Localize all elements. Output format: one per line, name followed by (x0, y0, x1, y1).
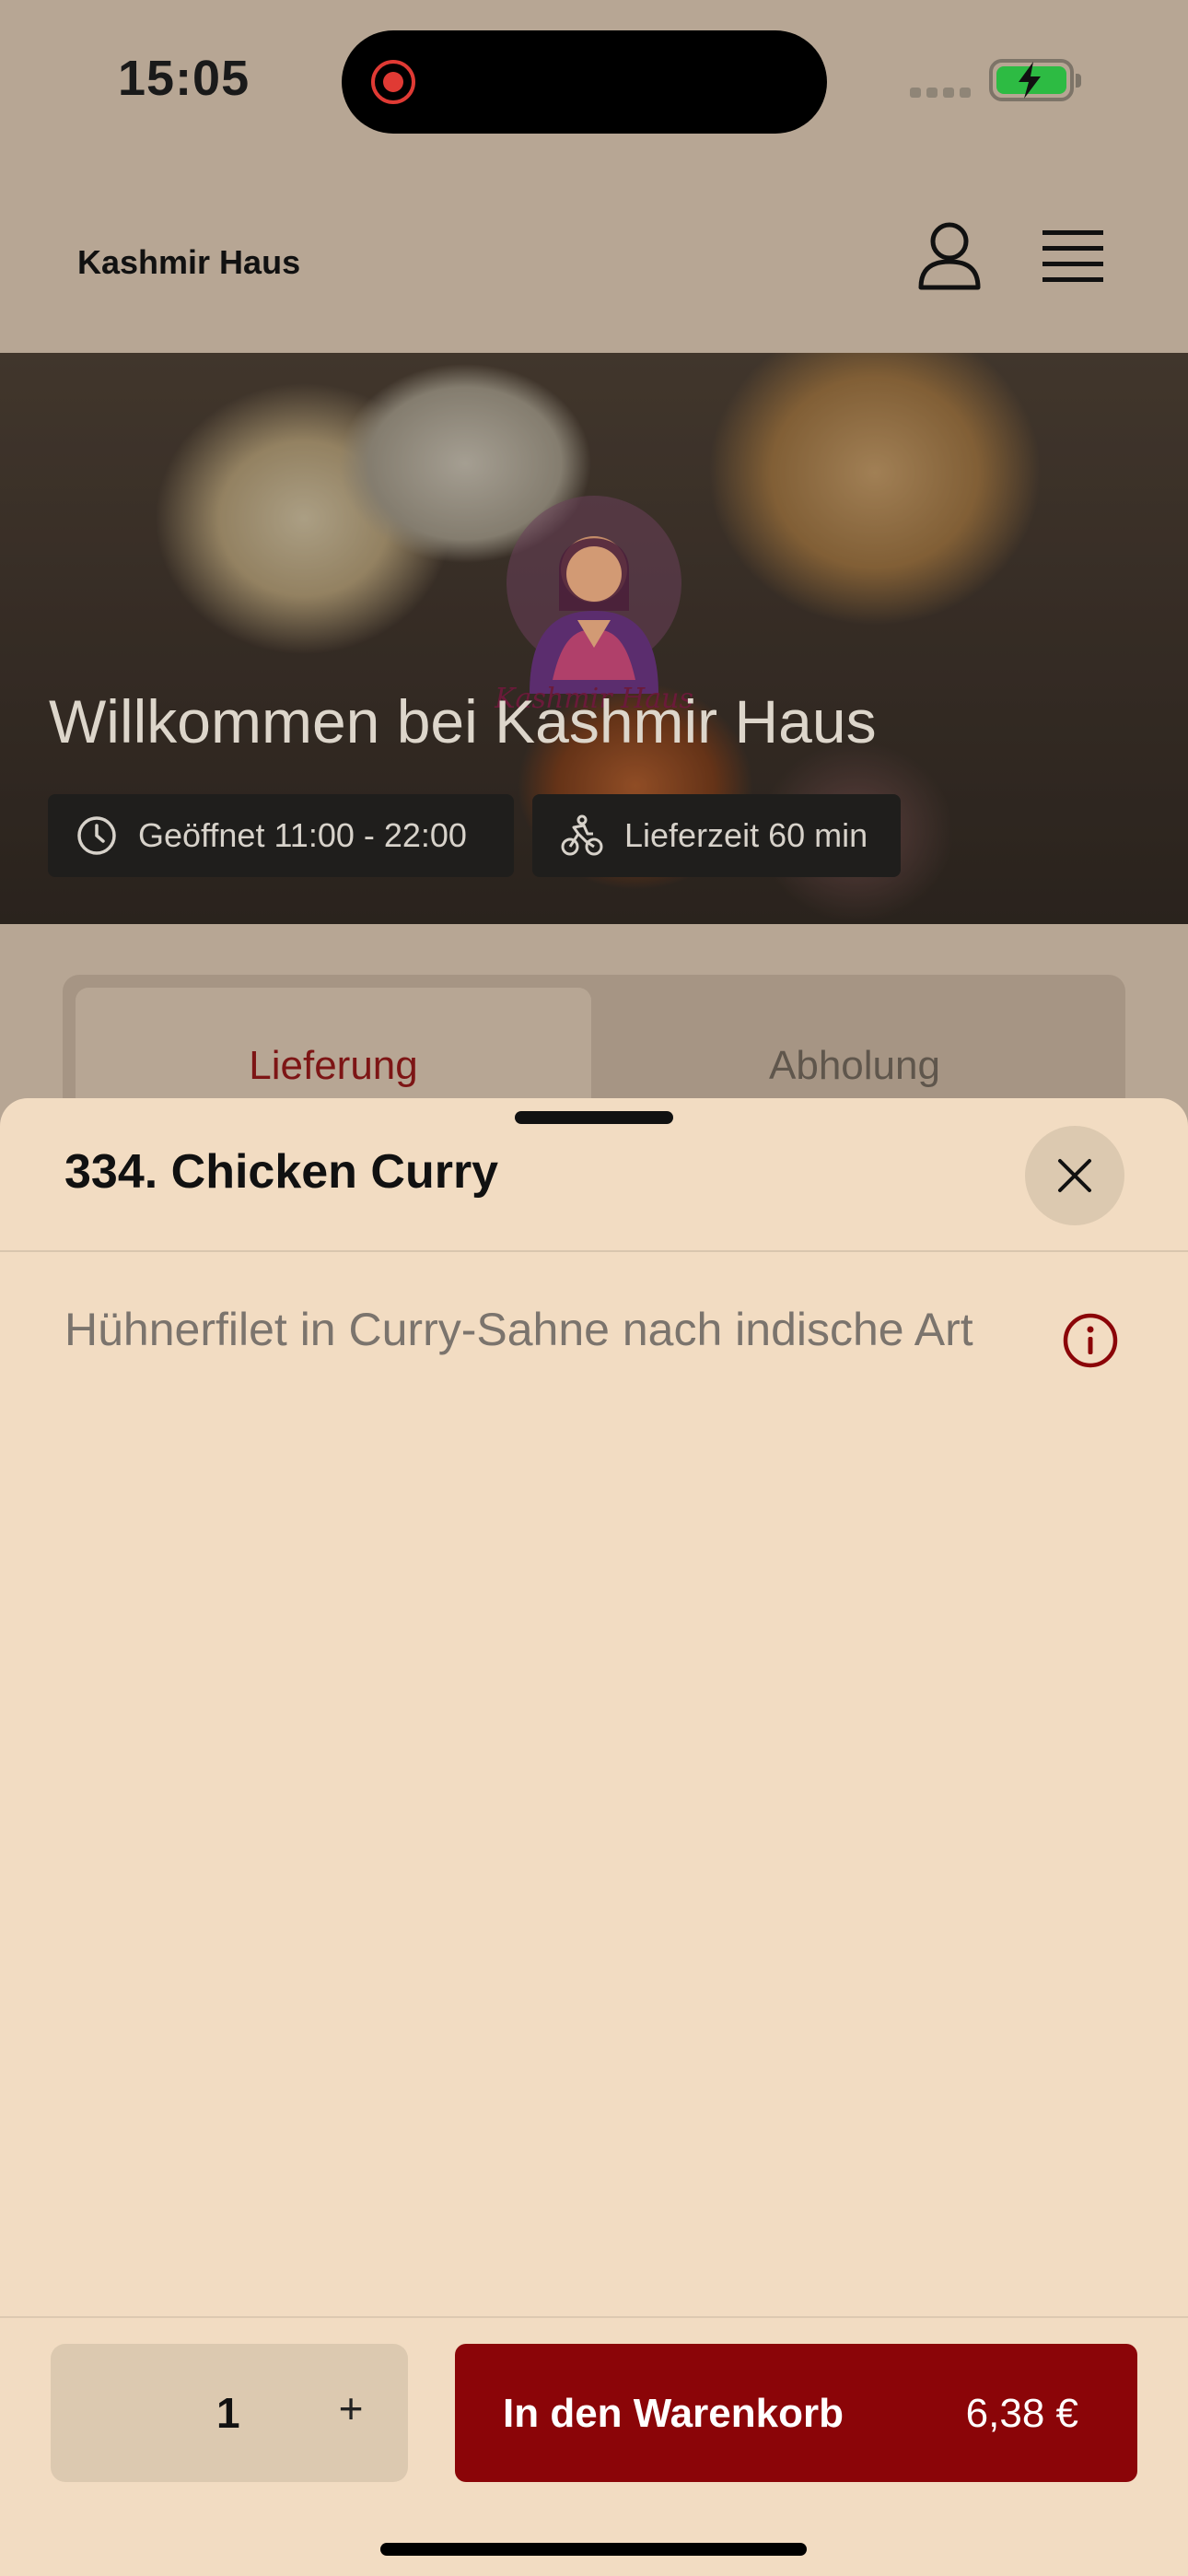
dynamic-island (342, 30, 827, 134)
quantity-increase-button[interactable]: + (323, 2381, 379, 2436)
restaurant-logo-image: Kashmir Haus (494, 496, 693, 715)
delivery-time-chip: Lieferzeit 60 min (532, 794, 901, 877)
add-to-cart-price: 6,38 € (965, 2391, 1078, 2436)
status-time: 15:05 (118, 51, 250, 106)
opening-hours-chip: Geöffnet 11:00 - 22:00 (48, 794, 514, 877)
app-header: Kashmir Haus (0, 166, 1188, 353)
sheet-grabber[interactable] (515, 1111, 673, 1124)
add-to-cart-label: In den Warenkorb (503, 2391, 844, 2436)
hero-title: Willkommen bei Kashmir Haus (49, 687, 877, 755)
home-indicator (380, 2543, 807, 2556)
add-to-cart-button[interactable]: In den Warenkorb 6,38 € (455, 2344, 1137, 2482)
quantity-stepper: 1 + (51, 2344, 408, 2482)
clock-icon (77, 816, 116, 855)
record-icon (371, 60, 415, 104)
bike-icon (561, 814, 603, 856)
menu-icon[interactable] (1041, 228, 1105, 284)
status-bar: 15:05 (0, 0, 1188, 166)
battery-icon (989, 59, 1081, 101)
close-icon (1058, 1159, 1091, 1192)
signal-icon (910, 86, 976, 102)
hero-banner: Kashmir Haus Willkommen bei Kashmir Haus… (0, 353, 1188, 924)
product-description: Hühnerfilet in Curry-Sahne nach indische… (64, 1304, 973, 1355)
product-title: 334. Chicken Curry (64, 1145, 499, 1199)
divider (0, 2316, 1188, 2318)
divider (0, 1250, 1188, 1252)
product-bottom-sheet: 334. Chicken Curry Hühnerfilet in Curry-… (0, 1098, 1188, 2576)
delivery-time-text: Lieferzeit 60 min (624, 816, 868, 854)
close-button[interactable] (1025, 1126, 1124, 1225)
info-icon[interactable] (1062, 1312, 1119, 1369)
brand-name[interactable]: Kashmir Haus (77, 243, 300, 282)
quantity-value: 1 (216, 2389, 240, 2437)
opening-hours-text: Geöffnet 11:00 - 22:00 (138, 816, 467, 854)
profile-icon[interactable] (917, 221, 982, 291)
